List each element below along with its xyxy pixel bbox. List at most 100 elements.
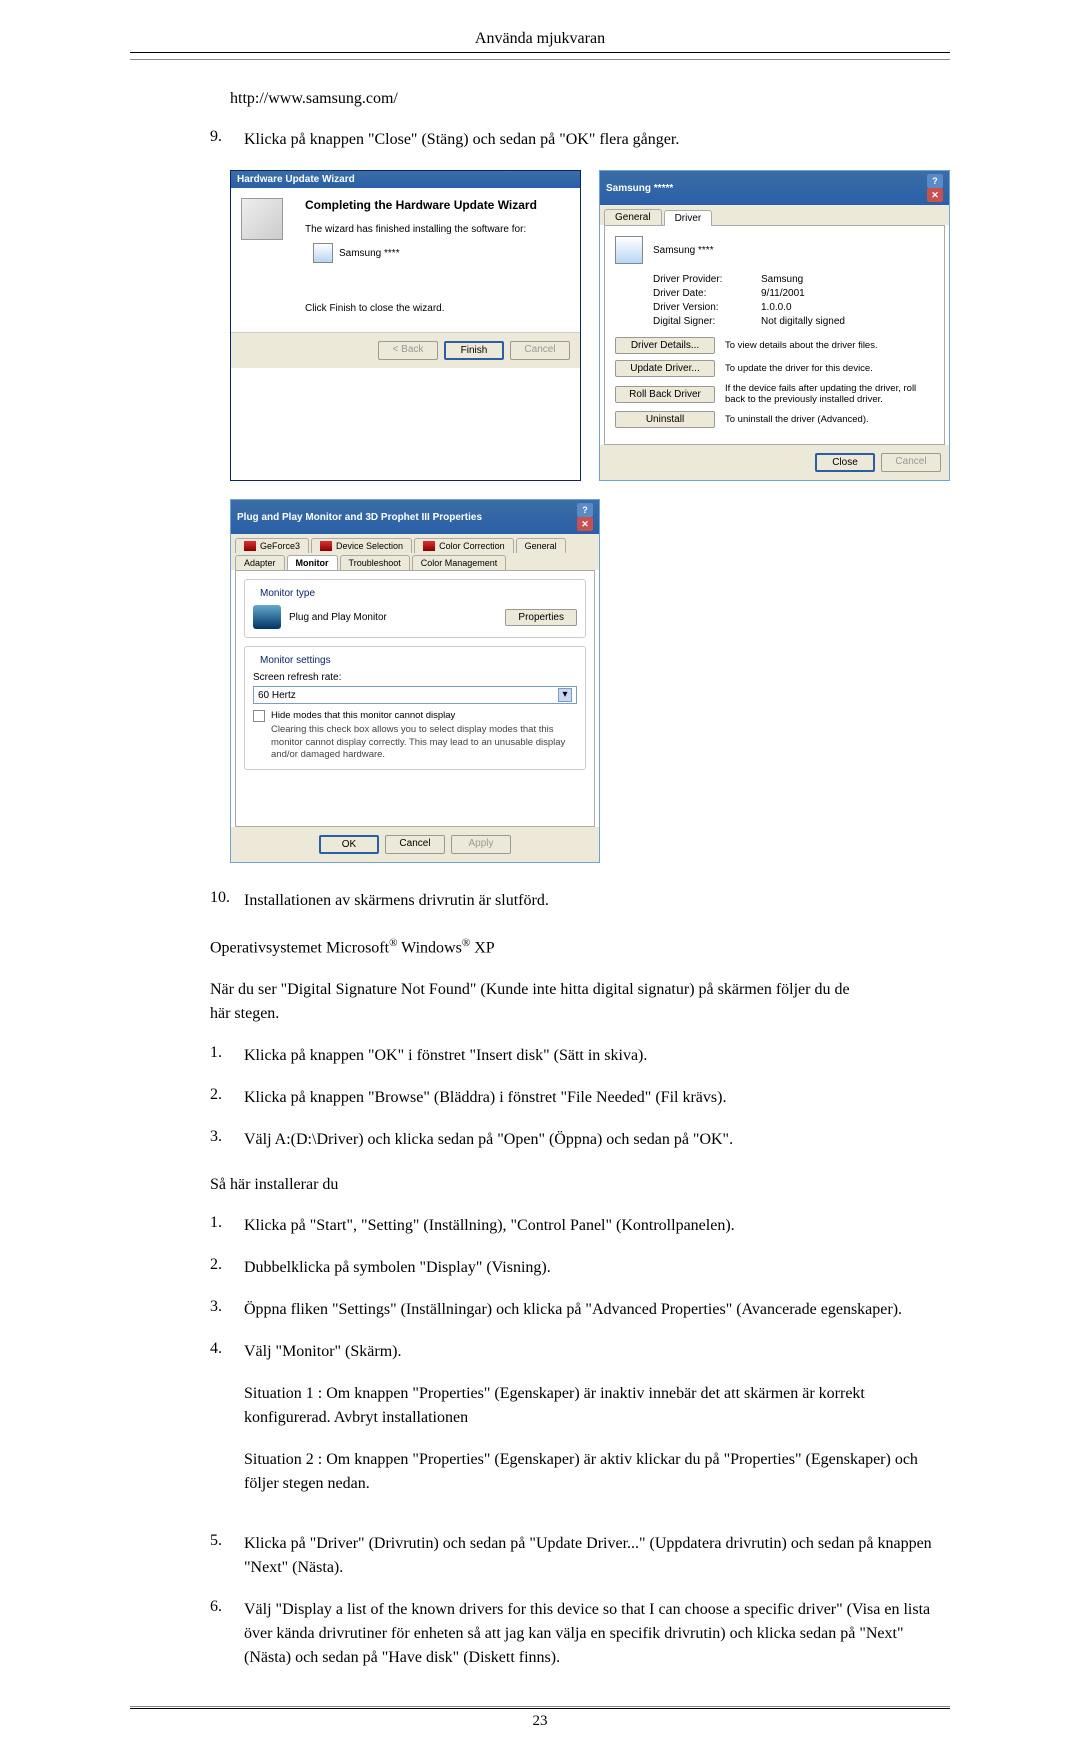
monitor-title: Plug and Play Monitor and 3D Prophet III… — [237, 512, 482, 523]
item-num-10: 10. — [210, 889, 244, 913]
page-number: 23 — [130, 1708, 950, 1730]
close-icon[interactable]: ✕ — [577, 517, 593, 531]
install-heading: Så här installerar du — [210, 1176, 950, 1194]
refresh-rate-value: 60 Hertz — [258, 690, 296, 701]
hide-modes-label: Hide modes that this monitor cannot disp… — [271, 710, 577, 722]
l2-text: Klicka på knappen "Browse" (Bläddra) i f… — [244, 1086, 950, 1110]
tab-device-selection[interactable]: Device Selection — [311, 538, 412, 553]
s5-num: 5. — [210, 1532, 244, 1580]
intro-text: När du ser "Digital Signature Not Found"… — [210, 978, 870, 1026]
refresh-rate-select[interactable]: 60 Hertz ▾ — [253, 686, 577, 704]
driver-properties-dialog: Samsung ***** ?✕ General Driver Samsung … — [599, 170, 950, 481]
apply-button[interactable]: Apply — [451, 835, 511, 854]
lbl-provider: Driver Provider: — [653, 274, 753, 285]
s4-situation1: Situation 1 : Om knappen "Properties" (E… — [244, 1382, 950, 1430]
driver-details-desc: To view details about the driver files. — [725, 340, 934, 351]
nvidia-icon — [423, 541, 435, 551]
group-monitor-type: Monitor type — [257, 588, 318, 599]
s1-text: Klicka på "Start", "Setting" (Inställnin… — [244, 1214, 950, 1238]
help-icon[interactable]: ? — [577, 503, 593, 517]
tab-adapter[interactable]: Adapter — [235, 555, 285, 570]
close-button[interactable]: Close — [815, 453, 875, 472]
hide-modes-checkbox[interactable] — [253, 710, 265, 722]
group-monitor-settings: Monitor settings — [257, 655, 334, 666]
tab-general[interactable]: General — [604, 209, 662, 225]
hide-modes-desc: Clearing this check box allows you to se… — [271, 724, 577, 761]
tab-color-management[interactable]: Color Management — [412, 555, 507, 570]
val-provider: Samsung — [761, 274, 934, 285]
tab-label: Device Selection — [336, 541, 403, 551]
rollback-driver-button[interactable]: Roll Back Driver — [615, 386, 715, 403]
wizard-line2: Click Finish to close the wizard. — [305, 303, 568, 314]
reg-mark: ® — [462, 937, 470, 949]
update-driver-desc: To update the driver for this device. — [725, 363, 934, 374]
help-icon[interactable]: ? — [927, 174, 943, 188]
os-pre: Operativsystemet Microsoft — [210, 940, 389, 957]
tab-troubleshoot[interactable]: Troubleshoot — [340, 555, 410, 570]
tab-driver[interactable]: Driver — [664, 210, 713, 226]
uninstall-button[interactable]: Uninstall — [615, 411, 715, 428]
s5-text: Klicka på "Driver" (Drivrutin) och sedan… — [244, 1532, 950, 1580]
lbl-version: Driver Version: — [653, 302, 753, 313]
uninstall-desc: To uninstall the driver (Advanced). — [725, 414, 934, 425]
os-post: Windows — [397, 940, 461, 957]
driver-details-button[interactable]: Driver Details... — [615, 337, 715, 354]
tab-label: GeForce3 — [260, 541, 300, 551]
page-header: Använda mjukvaran — [130, 30, 950, 53]
wizard-sidebar — [231, 188, 293, 332]
chevron-down-icon: ▾ — [558, 688, 572, 702]
update-driver-button[interactable]: Update Driver... — [615, 360, 715, 377]
page-footer: 23 — [130, 1706, 950, 1730]
s6-text: Välj "Display a list of the known driver… — [244, 1598, 950, 1670]
nvidia-icon — [320, 541, 332, 551]
l1-num: 1. — [210, 1044, 244, 1068]
val-version: 1.0.0.0 — [761, 302, 934, 313]
ok-button[interactable]: OK — [319, 835, 379, 854]
tab-geforce3[interactable]: GeForce3 — [235, 538, 309, 553]
monitor-icon — [313, 243, 333, 263]
driver-name: Samsung **** — [653, 245, 714, 256]
rollback-driver-desc: If the device fails after updating the d… — [725, 383, 934, 405]
wizard-device: Samsung **** — [339, 248, 400, 259]
back-button[interactable]: < Back — [378, 341, 438, 360]
wizard-heading: Completing the Hardware Update Wizard — [305, 198, 568, 212]
val-signer: Not digitally signed — [761, 316, 934, 327]
cancel-button[interactable]: Cancel — [385, 835, 445, 854]
wizard-title: Hardware Update Wizard — [237, 174, 355, 185]
monitor-titlebar: Plug and Play Monitor and 3D Prophet III… — [231, 500, 599, 534]
url-line: http://www.samsung.com/ — [230, 90, 950, 108]
wizard-icon — [241, 198, 283, 240]
cancel-button[interactable]: Cancel — [510, 341, 570, 360]
monitor-properties-dialog: Plug and Play Monitor and 3D Prophet III… — [230, 499, 600, 863]
val-date: 9/11/2001 — [761, 288, 934, 299]
l3-num: 3. — [210, 1128, 244, 1152]
wizard-line1: The wizard has finished installing the s… — [305, 224, 568, 235]
tab-monitor[interactable]: Monitor — [287, 555, 338, 570]
finish-button[interactable]: Finish — [444, 341, 504, 360]
s3-text: Öppna fliken "Settings" (Inställningar) … — [244, 1298, 950, 1322]
tab-color-correction[interactable]: Color Correction — [414, 538, 514, 553]
lbl-date: Driver Date: — [653, 288, 753, 299]
item-num-9: 9. — [210, 128, 244, 152]
monitor-icon — [615, 236, 643, 264]
monitor-name: Plug and Play Monitor — [289, 612, 387, 623]
s4-text: Välj "Monitor" (Skärm). — [244, 1340, 950, 1364]
cancel-button[interactable]: Cancel — [881, 453, 941, 472]
os-line: Operativsystemet Microsoft® Windows® XP — [210, 937, 950, 957]
close-icon[interactable]: ✕ — [927, 188, 943, 202]
properties-button[interactable]: Properties — [505, 609, 577, 626]
item-text-9: Klicka på knappen "Close" (Stäng) och se… — [244, 128, 950, 152]
driver-title: Samsung ***** — [606, 183, 673, 194]
refresh-rate-label: Screen refresh rate: — [253, 672, 577, 683]
hardware-wizard-dialog: Hardware Update Wizard Completing the Ha… — [230, 170, 581, 481]
s2-num: 2. — [210, 1256, 244, 1280]
s6-num: 6. — [210, 1598, 244, 1670]
tab-general[interactable]: General — [516, 538, 566, 553]
driver-titlebar: Samsung ***** ?✕ — [600, 171, 949, 205]
header-rule — [130, 59, 950, 60]
l1-text: Klicka på knappen "OK" i fönstret "Inser… — [244, 1044, 950, 1068]
lbl-signer: Digital Signer: — [653, 316, 753, 327]
s3-num: 3. — [210, 1298, 244, 1322]
tab-label: Color Correction — [439, 541, 505, 551]
s4-num: 4. — [210, 1340, 244, 1514]
